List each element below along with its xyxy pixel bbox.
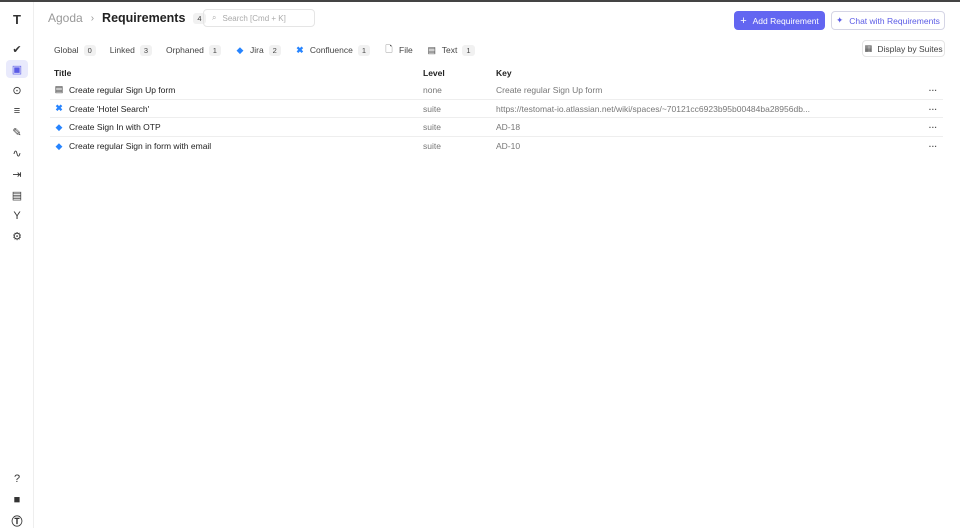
row-level: suite: [423, 141, 441, 152]
jira-icon: ◆: [55, 121, 63, 132]
row-title[interactable]: Create regular Sign Up form: [69, 85, 175, 95]
requirements-icon[interactable]: ▣: [6, 60, 28, 78]
gear-icon[interactable]: ⚙: [6, 227, 28, 245]
page-title: Requirements: [102, 11, 186, 25]
more-icon[interactable]: ···: [923, 104, 943, 114]
avatar[interactable]: Ⓣ: [6, 512, 28, 530]
requirements-table: Title Level Key ▤ Create regular Sign Up …: [50, 64, 943, 156]
row-key: Create regular Sign Up form: [496, 84, 603, 95]
row-level: none: [423, 84, 442, 95]
add-requirement-label: Add Requirement: [752, 15, 819, 26]
tab-count: 2: [268, 44, 281, 56]
column-key: Key: [496, 67, 512, 78]
tab-count: 3: [139, 44, 152, 56]
folder-icon[interactable]: ■: [6, 491, 28, 509]
branch-icon[interactable]: Y: [6, 207, 28, 225]
chat-with-requirements-button[interactable]: ✦ Chat with Requirements: [831, 11, 945, 30]
column-level: Level: [423, 67, 445, 78]
tab-label: Linked: [109, 45, 135, 55]
tab-label: Text: [441, 45, 458, 55]
help-icon[interactable]: ?: [6, 470, 28, 488]
tab-count: 1: [357, 44, 371, 56]
sidebar: T ✔ ▣ ⊙ ≡ ✎ ∿ ⇥ ▤ Y ⚙ ? ■ Ⓣ: [0, 2, 34, 528]
play-circle-icon[interactable]: ⊙: [6, 81, 28, 99]
tab-linked[interactable]: Linked 3: [109, 44, 152, 56]
filter-tabs: Global 0 Linked 3 Orphaned 1 ◆ Jira 2 ✖ Conflu…: [54, 42, 475, 58]
display-label: Display by Suites: [877, 43, 943, 54]
chevron-right-icon: ›: [90, 12, 95, 24]
tab-text[interactable]: ▤ Text 1: [427, 44, 475, 56]
table-row[interactable]: ▤ Create regular Sign Up form none Create…: [50, 81, 943, 100]
table-icon: ▦: [864, 43, 873, 53]
pencil-icon[interactable]: ✎: [6, 123, 28, 141]
sparkle-icon: ✦: [836, 15, 844, 25]
row-key: https://testomat-io.atlassian.net/wiki/s…: [496, 103, 811, 114]
table-row[interactable]: ◆ Create Sign In with OTP suite AD-18 ···: [50, 118, 943, 138]
search-placeholder: Search [Cmd + K]: [222, 13, 286, 23]
table-row[interactable]: ✖ Create 'Hotel Search' suite https://tes…: [50, 100, 943, 119]
more-icon[interactable]: ···: [923, 141, 943, 151]
tab-label: Global: [54, 45, 79, 55]
tab-label: Jira: [249, 45, 264, 55]
logo-icon[interactable]: T: [6, 10, 28, 28]
pulse-icon[interactable]: ∿: [6, 144, 28, 162]
column-title: Title: [54, 67, 72, 78]
file-icon: 🗋: [385, 44, 393, 54]
row-title[interactable]: Create Sign In with OTP: [69, 122, 161, 132]
jira-icon: ◆: [55, 140, 63, 151]
chat-label: Chat with Requirements: [849, 15, 940, 26]
tab-label: Confluence: [309, 45, 353, 55]
tab-jira[interactable]: ◆ Jira 2: [235, 44, 281, 56]
row-title[interactable]: Create 'Hotel Search': [69, 104, 149, 114]
tab-count: 0: [83, 44, 96, 56]
tab-file[interactable]: 🗋 File: [384, 42, 413, 58]
confluence-icon: ✖: [296, 44, 304, 55]
add-requirement-button[interactable]: + Add Requirement: [734, 11, 825, 30]
tab-label: File: [399, 45, 413, 55]
row-level: suite: [423, 103, 441, 114]
list-check-icon[interactable]: ≡: [6, 102, 28, 120]
import-icon[interactable]: ⇥: [6, 165, 28, 183]
jira-icon: ◆: [236, 44, 244, 55]
row-title[interactable]: Create regular Sign in form with email: [69, 141, 211, 151]
plus-icon: +: [740, 14, 747, 27]
table-header: Title Level Key: [50, 64, 943, 81]
breadcrumb: Agoda › Requirements 4: [48, 11, 206, 25]
tab-label: Orphaned: [165, 45, 204, 55]
display-by-suites-button[interactable]: ▦ Display by Suites: [862, 40, 945, 57]
tab-count: 1: [208, 44, 221, 56]
clipboard-icon: ▤: [54, 84, 64, 95]
tab-count: 1: [462, 44, 475, 56]
more-icon[interactable]: ···: [923, 85, 943, 95]
more-icon[interactable]: ···: [923, 122, 943, 132]
row-key: AD-18: [496, 122, 521, 133]
confluence-icon: ✖: [55, 103, 63, 114]
table-row[interactable]: ◆ Create regular Sign in form with email …: [50, 137, 943, 156]
search-input[interactable]: ⌕ Search [Cmd + K]: [203, 9, 315, 27]
search-icon: ⌕: [212, 13, 217, 22]
tab-orphaned[interactable]: Orphaned 1: [165, 44, 221, 56]
project-link[interactable]: Agoda: [48, 11, 83, 25]
row-key: AD-10: [496, 141, 521, 152]
tab-global[interactable]: Global 0: [54, 44, 96, 56]
tab-confluence[interactable]: ✖ Confluence 1: [295, 44, 371, 56]
checkmark-icon[interactable]: ✔: [6, 40, 28, 58]
analytics-icon[interactable]: ▤: [6, 186, 28, 204]
row-level: suite: [423, 122, 441, 133]
clipboard-icon: ▤: [427, 44, 436, 55]
